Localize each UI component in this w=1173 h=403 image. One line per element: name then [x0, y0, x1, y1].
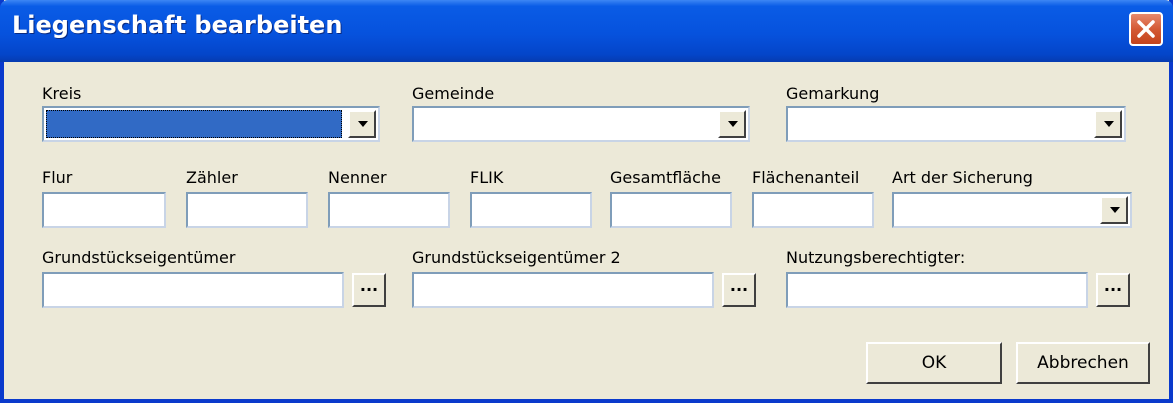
gemarkung-combobox[interactable]: [786, 106, 1126, 142]
chevron-down-icon: [1104, 121, 1114, 127]
kreis-value: [46, 110, 342, 138]
zaehler-input[interactable]: [186, 192, 308, 228]
title-bar[interactable]: Liegenschaft bearbeiten: [0, 0, 1173, 62]
gemeinde-dropdown-button[interactable]: [718, 110, 746, 138]
kreis-dropdown-button[interactable]: [348, 110, 376, 138]
flaechenanteil-label: Flächenanteil: [752, 168, 860, 187]
chevron-down-icon: [1110, 207, 1120, 213]
kreis-label: Kreis: [42, 84, 82, 103]
grundstueckseigentuemer-browse-button[interactable]: ...: [352, 273, 386, 307]
chevron-down-icon: [728, 121, 738, 127]
dialog-window: Liegenschaft bearbeiten Kreis Gemeinde G…: [0, 0, 1173, 403]
cancel-button[interactable]: Abbrechen: [1016, 342, 1150, 384]
gemarkung-dropdown-button[interactable]: [1094, 110, 1122, 138]
ok-button[interactable]: OK: [866, 342, 1002, 384]
grundstueckseigentuemer-label: Grundstückseigentümer: [42, 248, 236, 267]
kreis-combobox[interactable]: [42, 106, 380, 142]
gesamtflaeche-input[interactable]: [610, 192, 732, 228]
close-button[interactable]: [1129, 12, 1163, 46]
gesamtflaeche-label: Gesamtfläche: [610, 168, 721, 187]
grundstueckseigentuemer2-label: Grundstückseigentümer 2: [412, 248, 621, 267]
grundstueckseigentuemer-input[interactable]: [42, 272, 344, 308]
art-der-sicherung-label: Art der Sicherung: [892, 168, 1033, 187]
grundstueckseigentuemer2-browse-button[interactable]: ...: [722, 273, 756, 307]
gemarkung-label: Gemarkung: [786, 84, 880, 103]
art-der-sicherung-dropdown-button[interactable]: [1100, 196, 1128, 224]
nutzungsberechtigter-browse-button[interactable]: ...: [1096, 273, 1130, 307]
flaechenanteil-input[interactable]: [752, 192, 874, 228]
close-icon: [1137, 20, 1155, 38]
chevron-down-icon: [358, 121, 368, 127]
gemeinde-value: [416, 110, 712, 138]
nenner-label: Nenner: [328, 168, 387, 187]
grundstueckseigentuemer2-input[interactable]: [412, 272, 714, 308]
nenner-input[interactable]: [328, 192, 450, 228]
nutzungsberechtigter-input[interactable]: [786, 272, 1088, 308]
gemeinde-combobox[interactable]: [412, 106, 750, 142]
flur-label: Flur: [42, 168, 73, 187]
flur-input[interactable]: [42, 192, 166, 228]
gemeinde-label: Gemeinde: [412, 84, 495, 103]
window-title: Liegenschaft bearbeiten: [12, 11, 343, 39]
zaehler-label: Zähler: [186, 168, 238, 187]
flik-label: FLIK: [470, 168, 504, 187]
art-der-sicherung-combobox[interactable]: [892, 192, 1132, 228]
flik-input[interactable]: [470, 192, 592, 228]
gemarkung-value: [790, 110, 1088, 138]
nutzungsberechtigter-label: Nutzungsberechtigter:: [786, 248, 966, 267]
art-der-sicherung-value: [896, 196, 1094, 224]
